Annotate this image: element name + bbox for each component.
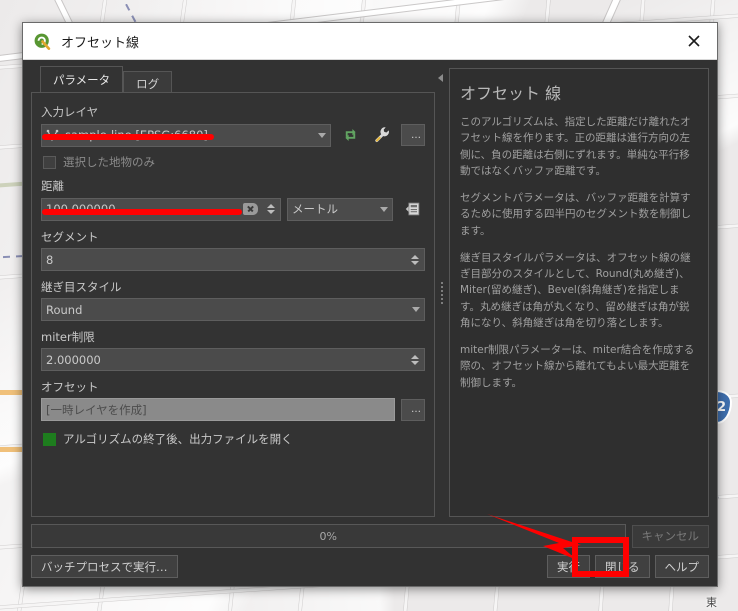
annotation-highlight-run-button [572,537,629,577]
chevron-down-icon [318,132,326,138]
offset-output-browse-button[interactable]: … [401,398,425,421]
offset-output-input[interactable]: [一時レイヤを作成] [41,398,395,421]
pane-splitter[interactable] [435,68,449,517]
wrench-icon[interactable] [369,123,395,147]
clear-icon[interactable] [243,203,258,215]
join-style-combo[interactable]: Round [41,298,425,321]
miter-limit-value: 2.000000 [46,352,101,367]
map-place-label: 東 [706,596,717,609]
open-output-row[interactable]: アルゴリズムの終了後、出力ファイルを開く [43,431,425,447]
dialog-titlebar: オフセット線 [23,23,717,60]
data-defined-override-icon[interactable] [399,197,425,221]
miter-limit-label: miter制限 [41,330,95,344]
help-title: オフセット 線 [460,84,562,103]
help-paragraph: 継ぎ目スタイルパラメータは、オフセット線の継ぎ目部分のスタイルとして、Round… [460,251,691,329]
parameters-panel: 入力レイヤ sample-line [EPSG:6680] [31,92,435,517]
dialog-title: オフセット線 [61,35,140,51]
join-style-label: 継ぎ目スタイル [41,280,122,294]
offset-output-label: オフセット [41,380,99,394]
input-layer-label: 入力レイヤ [41,105,99,119]
selected-features-only-row[interactable]: 選択した地物のみ [43,154,425,170]
help-button-label: ヘルプ [664,559,700,574]
run-as-batch-button[interactable]: バッチプロセスで実行… [31,555,178,578]
tab-parameters[interactable]: パラメータ [40,66,124,92]
cancel-button-label: キャンセル [641,529,700,543]
help-pane: オフセット 線 このアルゴリズムは、指定した距離だけ離れたオフセット線を作ります… [449,68,709,517]
distance-units-value: メートル [292,202,338,216]
segments-row: 8 [41,248,425,271]
help-paragraph: このアルゴリズムは、指定した距離だけ離れたオフセット線を作ります。正の距離は進行… [460,116,691,177]
progress-text: 0% [319,529,337,543]
chevron-down-icon [412,307,420,312]
collapse-arrow-icon[interactable] [438,74,443,82]
miter-limit-stepper[interactable] [409,354,420,365]
segments-stepper[interactable] [409,254,420,265]
splitter-grip[interactable] [441,281,443,304]
input-layer-browse-label: … [411,129,421,141]
join-style-value: Round [46,302,83,317]
offset-line-dialog: オフセット線 パラメータ ログ 入力レイヤ … 選択した地物のみ 距離 メートル… [22,22,718,587]
tab-log-label: ログ [136,77,160,91]
selected-features-only-checkbox[interactable] [43,155,56,169]
qgis-logo-icon [34,33,51,50]
tab-parameters-label: パラメータ [53,73,111,87]
dialog-body: パラメータ ログ 入力レイヤ … 選択した地物のみ 距離 メートル セグメント … [23,60,717,517]
help-paragraph: セグメントパラメータは、バッファ距離を計算するために使用する四半円のセグメント数… [460,192,691,237]
distance-units-combo[interactable]: メートル [287,197,393,221]
segments-input[interactable]: 8 [41,248,425,271]
annotation-underline-distance [42,209,242,215]
annotation-underline-input-layer [42,134,214,140]
segments-value: 8 [46,252,54,267]
distance-label: 距離 [41,179,64,193]
join-style-row: Round [41,298,425,321]
selected-features-only-label: 選択した地物のみ [63,155,155,169]
segments-label: セグメント [41,230,99,244]
chevron-down-icon [380,206,388,212]
help-button[interactable]: ヘルプ [654,555,709,578]
refresh-icon[interactable] [337,123,363,147]
open-output-checkbox[interactable] [43,432,56,446]
help-paragraph: miter制限パラメーターは、miter結合を作成する際の、オフセット線から離れ… [460,344,695,389]
offset-output-browse-label: … [411,404,421,415]
tab-bar: パラメータ ログ [31,66,435,92]
distance-stepper[interactable] [265,204,276,214]
offset-output-row: [一時レイヤを作成] … [41,398,425,421]
run-as-batch-label: バッチプロセスで実行… [41,559,168,574]
miter-limit-input[interactable]: 2.000000 [41,348,425,371]
cancel-button[interactable]: キャンセル [631,524,709,548]
offset-output-placeholder: [一時レイヤを作成] [46,402,147,417]
close-icon[interactable] [671,24,717,59]
input-layer-browse-button[interactable]: … [401,124,425,146]
miter-limit-row: 2.000000 [41,348,425,371]
screen: 12 ✿ ✳ 東 オフセット線 [0,0,738,611]
tab-log[interactable]: ログ [123,71,173,92]
open-output-label: アルゴリズムの終了後、出力ファイルを開く [63,432,293,446]
